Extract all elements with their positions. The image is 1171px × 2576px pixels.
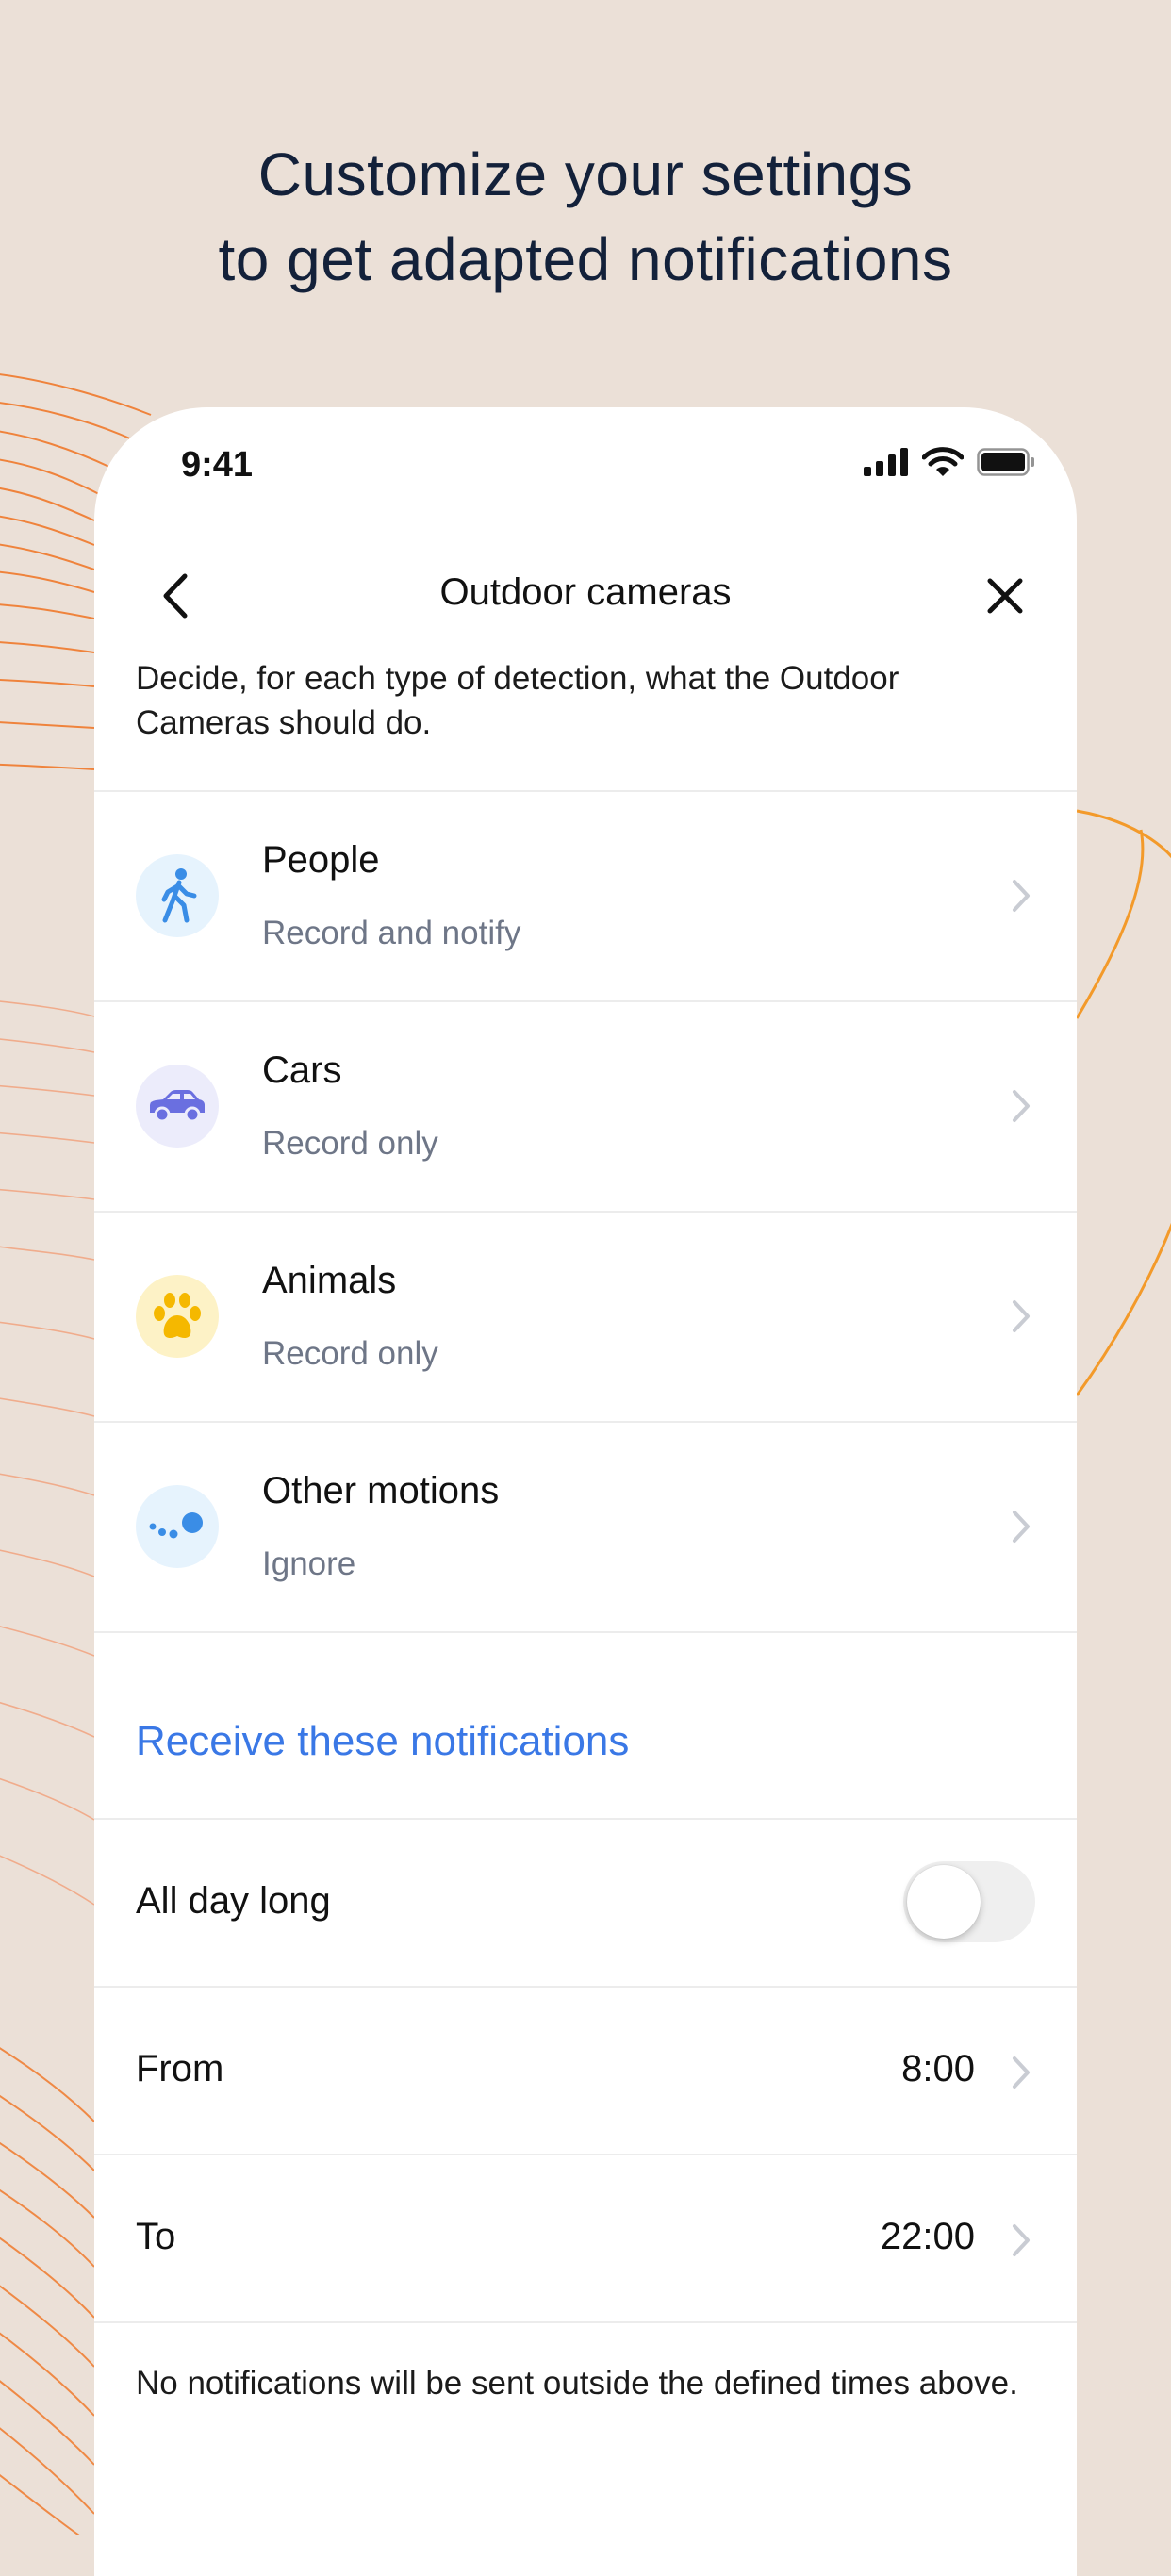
detection-subtitle: Record only	[262, 1125, 438, 1162]
detection-row-other-motions[interactable]: Other motions Ignore	[94, 1423, 1077, 1633]
status-bar: 9:41	[94, 407, 1077, 530]
chevron-right-icon	[1007, 1296, 1035, 1337]
section-title-notifications: Receive these notifications	[136, 1718, 630, 1764]
detection-title: Animals	[262, 1260, 397, 1301]
status-icons	[864, 447, 1035, 482]
phone-screen: 9:41 Outdoor cameras Decide, for each ty…	[94, 407, 1077, 2576]
motion-dots-icon	[136, 1485, 219, 1568]
detection-subtitle: Ignore	[262, 1545, 356, 1582]
close-icon	[987, 578, 1023, 614]
detection-subtitle: Record and notify	[262, 915, 521, 951]
to-time-value: 22:00	[880, 2216, 975, 2257]
detection-title: People	[262, 839, 380, 881]
detection-row-cars[interactable]: Cars Record only	[94, 1002, 1077, 1213]
wifi-icon	[921, 447, 965, 482]
from-time-row[interactable]: From 8:00	[94, 1988, 1077, 2155]
notification-time-list: All day long From 8:00 To 22:00	[94, 1818, 1077, 2323]
all-day-label: All day long	[136, 1880, 331, 1922]
to-label: To	[136, 2216, 176, 2257]
toggle-knob	[907, 1865, 981, 1939]
page-title: Outdoor cameras	[439, 571, 732, 613]
all-day-toggle[interactable]	[903, 1861, 1035, 1942]
to-time-row[interactable]: To 22:00	[94, 2155, 1077, 2323]
close-button[interactable]	[977, 568, 1033, 624]
nav-bar: Outdoor cameras	[94, 530, 1077, 662]
detection-row-animals[interactable]: Animals Record only	[94, 1213, 1077, 1423]
detection-title: Cars	[262, 1049, 342, 1091]
headline: Customize your settings to get adapted n…	[0, 132, 1171, 302]
chevron-right-icon	[1007, 2052, 1035, 2093]
detection-title: Other motions	[262, 1470, 500, 1511]
detection-list: People Record and notify Cars Record onl…	[94, 790, 1077, 1633]
intro-text: Decide, for each type of detection, what…	[136, 660, 899, 741]
car-icon	[136, 1065, 219, 1148]
chevron-right-icon	[1007, 1506, 1035, 1547]
from-time-value: 8:00	[901, 2048, 975, 2089]
from-label: From	[136, 2048, 224, 2089]
paw-icon	[136, 1275, 219, 1358]
chevron-right-icon	[1007, 2220, 1035, 2261]
detection-row-people[interactable]: People Record and notify	[94, 792, 1077, 1002]
battery-icon	[977, 448, 1035, 481]
all-day-row: All day long	[94, 1820, 1077, 1988]
chevron-right-icon	[1007, 875, 1035, 916]
headline-line-1: Customize your settings	[257, 140, 914, 208]
headline-line-2: to get adapted notifications	[218, 225, 953, 293]
chevron-right-icon	[1007, 1085, 1035, 1127]
status-time: 9:41	[181, 445, 254, 485]
walking-person-icon	[136, 854, 219, 937]
cellular-signal-icon	[864, 448, 909, 481]
detection-subtitle: Record only	[262, 1335, 438, 1372]
notifications-footnote: No notifications will be sent outside th…	[136, 2365, 1018, 2402]
